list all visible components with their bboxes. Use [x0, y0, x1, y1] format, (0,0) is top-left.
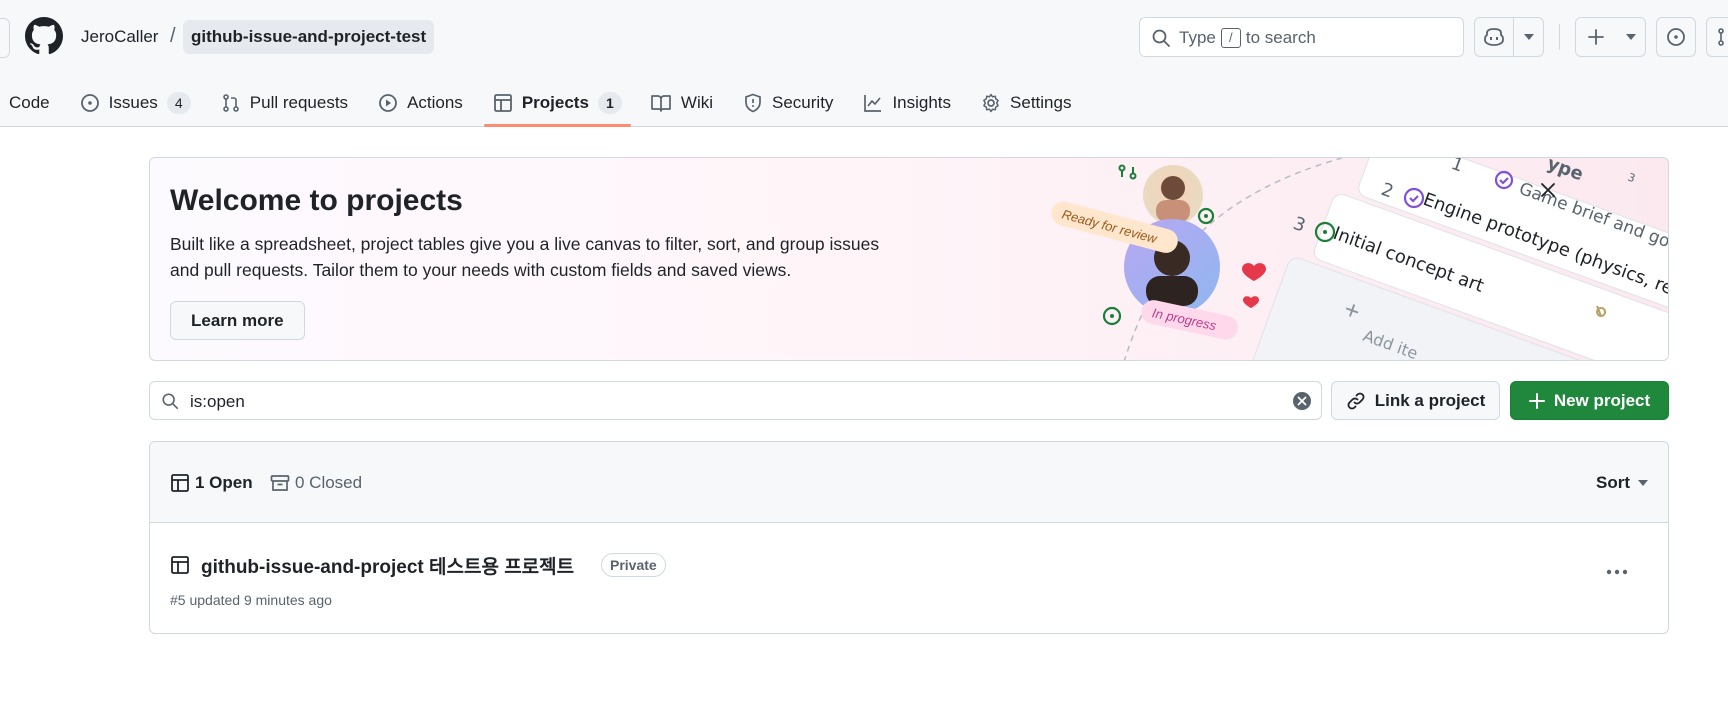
slash-shortcut-key: / [1220, 28, 1241, 48]
tab-insights[interactable]: Insights [854, 78, 960, 127]
tab-issues[interactable]: Issues 4 [71, 78, 200, 127]
copilot-button[interactable] [1475, 18, 1513, 56]
sort-dropdown[interactable]: Sort [1596, 473, 1648, 493]
banner-title: Welcome to projects [170, 184, 463, 217]
sort-label: Sort [1596, 473, 1630, 492]
link-project-label: Link a project [1374, 390, 1486, 410]
table-icon [171, 556, 189, 574]
tab-pull-requests[interactable]: Pull requests [212, 78, 357, 127]
clear-filter-icon[interactable] [1292, 391, 1312, 411]
issues-count-badge: 4 [166, 91, 191, 114]
create-new-button[interactable] [1576, 18, 1616, 56]
create-new-group [1575, 17, 1646, 57]
tab-projects[interactable]: Projects 1 [483, 78, 632, 127]
header-divider [1559, 24, 1560, 50]
tab-label: Pull requests [249, 92, 349, 112]
visibility-badge: Private [601, 553, 666, 577]
search-icon [162, 393, 179, 410]
link-project-button[interactable]: Link a project [1331, 381, 1500, 420]
project-meta: #5 updated 9 minutes ago [170, 592, 332, 608]
repo-nav-tabs: Code Issues 4 Pull requests Actions Proj… [0, 78, 1080, 127]
github-logo-icon[interactable] [25, 17, 63, 55]
tab-label: Wiki [680, 92, 714, 112]
open-count-label: 1 Open [195, 473, 253, 492]
sidebar-toggle-button[interactable] [0, 18, 10, 58]
gear-icon [983, 93, 999, 112]
closed-count-label: 0 Closed [295, 473, 363, 492]
project-row: github-issue-and-project 테스트용 프로젝트 Priva… [150, 524, 1668, 633]
archive-icon [270, 475, 290, 491]
triangle-down-icon [1638, 480, 1648, 486]
triangle-down-icon [1523, 34, 1534, 40]
tab-label: Projects [521, 92, 589, 112]
welcome-banner: Welcome to projects Built like a spreads… [149, 157, 1669, 361]
create-new-dropdown[interactable] [1616, 18, 1645, 56]
illu-row-count: 3 [1626, 171, 1637, 186]
issues-button[interactable] [1656, 17, 1696, 57]
tab-wiki[interactable]: Wiki [641, 78, 722, 127]
copilot-dropdown-button[interactable] [1513, 18, 1543, 56]
filter-query-text: is:open [190, 392, 245, 411]
search-prefix: Type [1179, 28, 1216, 47]
kebab-horizontal-icon[interactable] [1606, 569, 1628, 575]
shield-icon [745, 93, 761, 112]
repo-header: JeroCaller / github-issue-and-project-te… [0, 0, 1728, 127]
projects-list: 1 Open 0 Closed Sort github-issue-and-pr… [149, 441, 1669, 634]
global-search-input[interactable]: Type / to search [1139, 17, 1464, 57]
projects-illustration: ype 1 Game brief and go-no- 3 2 Engine p… [1051, 158, 1668, 360]
tab-label: Security [772, 92, 834, 112]
issue-opened-icon [1667, 28, 1685, 46]
owner-link[interactable]: JeroCaller [81, 27, 158, 47]
project-filter-input[interactable]: is:open [149, 381, 1322, 420]
tab-label: Settings [1010, 92, 1072, 112]
closed-projects-tab[interactable]: 0 Closed [270, 473, 362, 493]
tab-label: Issues [108, 92, 158, 112]
illu-row-num: 3 [1290, 213, 1308, 237]
pull-requests-button[interactable] [1706, 17, 1728, 57]
copilot-button-group [1474, 17, 1544, 57]
new-project-label: New project [1553, 390, 1651, 410]
play-icon [379, 93, 397, 112]
graph-icon [864, 94, 882, 112]
table-icon [171, 474, 189, 492]
tab-settings[interactable]: Settings [972, 78, 1080, 127]
tab-actions[interactable]: Actions [369, 78, 472, 127]
tab-security[interactable]: Security [734, 78, 842, 127]
link-icon [1347, 392, 1365, 409]
banner-description: Built like a spreadsheet, project tables… [170, 234, 880, 280]
issue-opened-icon [80, 93, 99, 112]
open-projects-tab[interactable]: 1 Open [170, 473, 253, 493]
repo-name-link[interactable]: github-issue-and-project-test [183, 20, 435, 54]
search-suffix: to search [1245, 28, 1316, 47]
tab-label: Insights [892, 92, 952, 112]
projects-list-header: 1 Open 0 Closed Sort [150, 442, 1668, 523]
plus-icon [1588, 29, 1604, 45]
tab-code[interactable]: Code [0, 78, 59, 127]
tab-label: Actions [407, 92, 463, 112]
learn-more-button[interactable]: Learn more [170, 301, 305, 340]
projects-count-badge: 1 [597, 91, 622, 114]
project-title-link[interactable]: github-issue-and-project 테스트용 프로젝트 [201, 552, 574, 579]
git-pull-request-icon [1718, 28, 1724, 46]
tab-label: Code [9, 92, 50, 112]
plus-icon [1528, 392, 1545, 409]
new-project-button[interactable]: New project [1510, 381, 1669, 420]
triangle-down-icon [1625, 34, 1636, 40]
search-icon [1152, 29, 1170, 47]
table-icon [493, 93, 512, 112]
close-banner-icon[interactable] [1540, 182, 1556, 198]
copilot-icon [1484, 28, 1504, 46]
path-separator: / [170, 25, 176, 47]
book-icon [651, 94, 671, 112]
git-pull-request-icon [222, 93, 239, 112]
